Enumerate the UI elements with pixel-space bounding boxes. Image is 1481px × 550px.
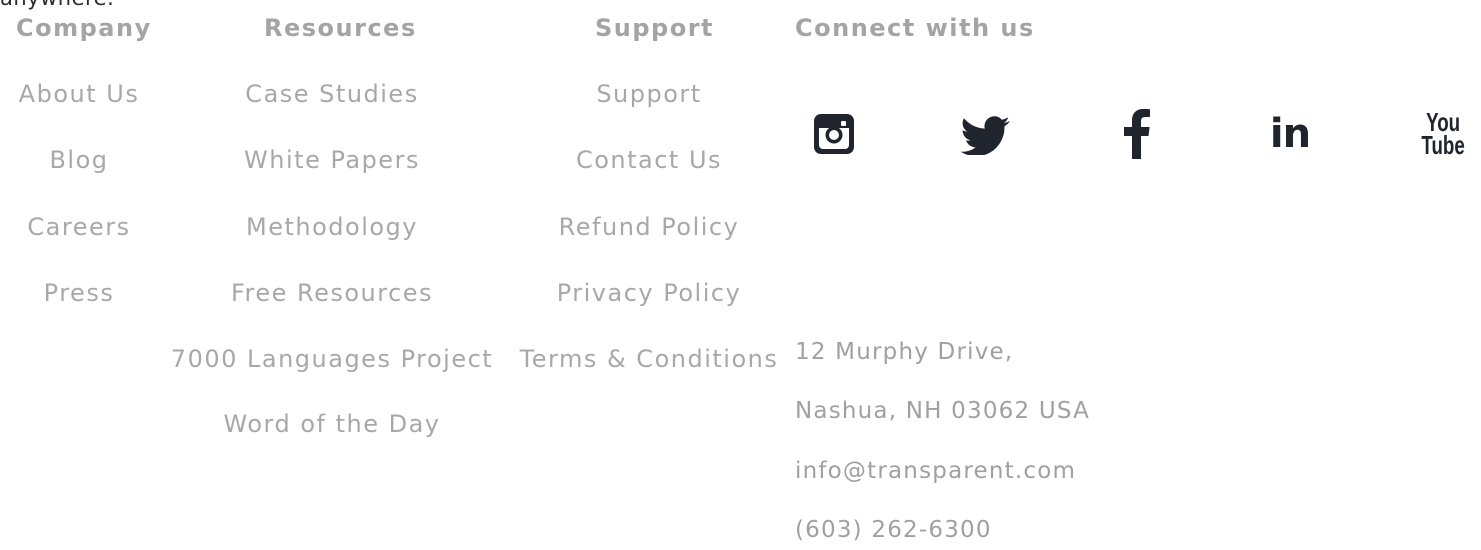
email-link[interactable]: info@transparent.com xyxy=(795,457,1076,485)
languages-project-link[interactable]: 7000 Languages Project xyxy=(171,345,493,373)
contact-us-link[interactable]: Contact Us xyxy=(576,146,722,174)
company-heading: Company xyxy=(16,14,152,42)
refund-policy-link[interactable]: Refund Policy xyxy=(559,213,740,241)
about-us-link[interactable]: About Us xyxy=(19,80,140,108)
resources-heading: Resources xyxy=(264,14,417,42)
twitter-glyph xyxy=(960,116,1010,155)
word-of-the-day-link[interactable]: Word of the Day xyxy=(224,410,441,438)
support-heading: Support xyxy=(595,14,715,42)
support-link[interactable]: Support xyxy=(596,80,701,108)
terms-conditions-link[interactable]: Terms & Conditions xyxy=(520,345,779,373)
youtube-glyph: You Tube xyxy=(1421,109,1465,160)
youtube-icon[interactable]: You Tube xyxy=(1414,106,1472,162)
top-text-fragment: anywhere. xyxy=(0,0,114,10)
blog-link[interactable]: Blog xyxy=(49,146,108,174)
facebook-icon[interactable] xyxy=(1109,106,1165,162)
press-link[interactable]: Press xyxy=(44,279,115,307)
instagram-icon[interactable] xyxy=(806,106,862,162)
case-studies-link[interactable]: Case Studies xyxy=(245,80,418,108)
facebook-glyph xyxy=(1124,109,1150,159)
careers-link[interactable]: Careers xyxy=(27,213,130,241)
free-resources-link[interactable]: Free Resources xyxy=(231,279,433,307)
linkedin-glyph: in xyxy=(1269,111,1311,157)
address-line2: Nashua, NH 03062 USA xyxy=(795,398,1091,424)
linkedin-icon[interactable]: in xyxy=(1262,106,1318,162)
phone-link[interactable]: (603) 262-6300 xyxy=(795,516,992,544)
twitter-icon[interactable] xyxy=(957,106,1013,162)
address-line1: 12 Murphy Drive, xyxy=(795,339,1014,365)
methodology-link[interactable]: Methodology xyxy=(246,213,418,241)
privacy-policy-link[interactable]: Privacy Policy xyxy=(557,279,742,307)
instagram-glyph xyxy=(814,114,854,154)
youtube-text-bottom: Tube xyxy=(1421,130,1465,160)
white-papers-link[interactable]: White Papers xyxy=(244,146,420,174)
connect-heading: Connect with us xyxy=(795,14,1035,42)
